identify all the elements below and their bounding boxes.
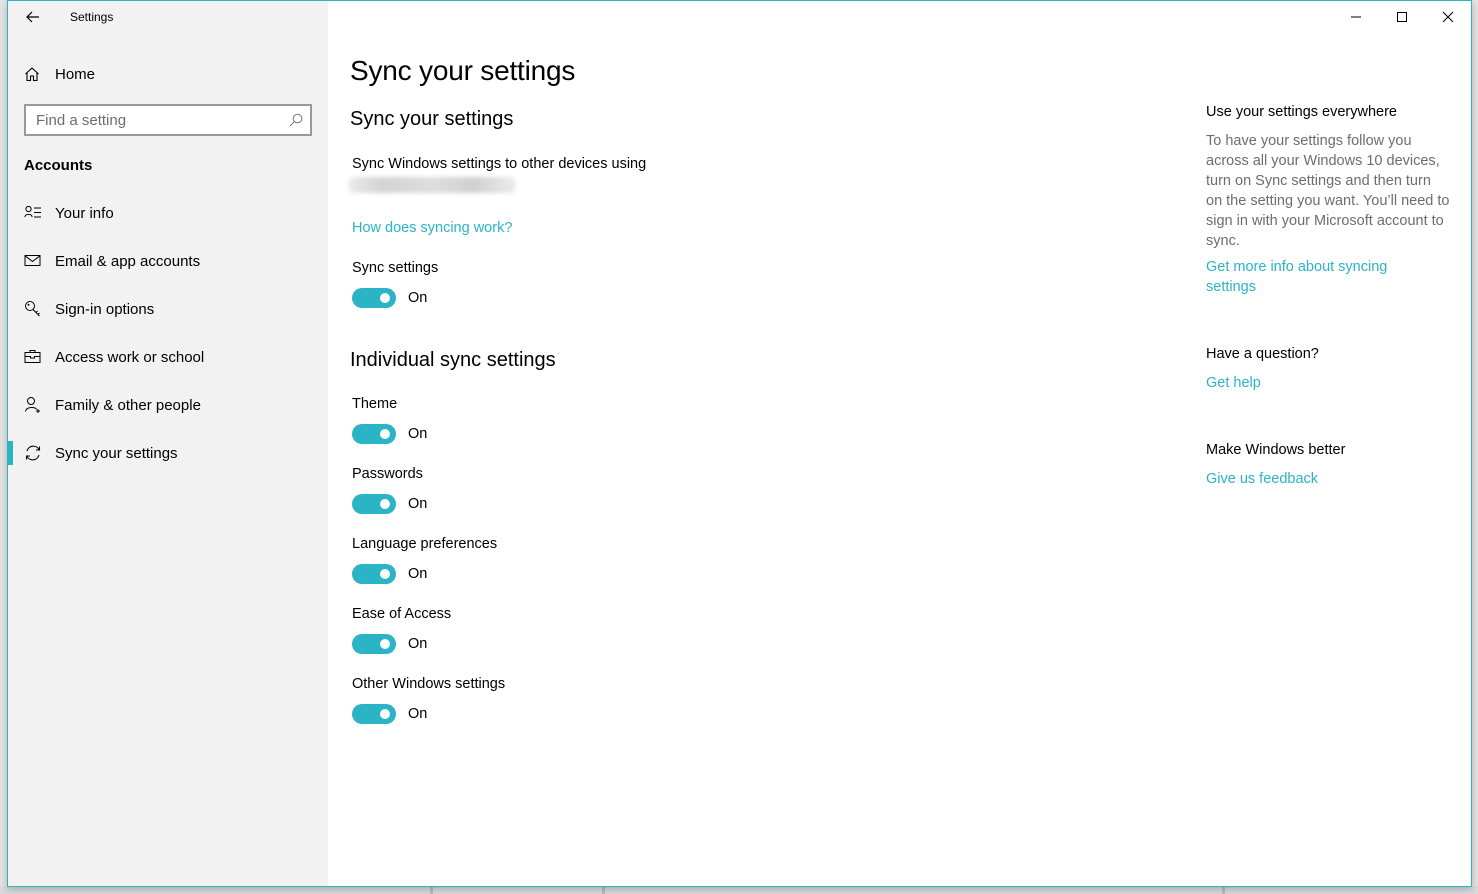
- language-preferences-label: Language preferences: [352, 536, 498, 552]
- page-title: Sync your settings: [350, 55, 576, 86]
- passwords-toggle[interactable]: [352, 494, 396, 514]
- home-icon: [25, 67, 39, 82]
- use-everywhere-description: To have your settings follow you across …: [1206, 133, 1450, 249]
- more-info-syncing-link[interactable]: Get more info about syncing settings: [1206, 257, 1421, 297]
- how-syncing-works-link[interactable]: How does syncing work?: [352, 220, 512, 236]
- sync-settings-label: Sync settings: [352, 260, 439, 276]
- sync-settings-toggle[interactable]: [352, 288, 396, 308]
- sidebar-nav: Your info Email & app accounts Sign-in o…: [8, 189, 328, 477]
- app-title: Settings: [70, 10, 114, 24]
- toggle-knob: [380, 293, 390, 303]
- sidebar-item-label: Sign-in options: [55, 300, 155, 318]
- other-windows-settings-toggle-row: On: [352, 704, 427, 724]
- minimize-button[interactable]: [1333, 1, 1379, 33]
- get-help-link[interactable]: Get help: [1206, 373, 1261, 393]
- search-box[interactable]: [24, 104, 312, 136]
- settings-window: Settings Home Accounts Your info Email &…: [7, 0, 1472, 887]
- maximize-icon: [1397, 12, 1407, 22]
- toggle-knob: [380, 499, 390, 509]
- search-icon[interactable]: [288, 112, 304, 128]
- sync-settings-toggle-row: On: [352, 288, 427, 308]
- give-feedback-link[interactable]: Give us feedback: [1206, 469, 1318, 489]
- sidebar-item-label: Your info: [55, 204, 114, 222]
- toggle-knob: [380, 429, 390, 439]
- sync-icon: [25, 445, 41, 461]
- theme-toggle-row: On: [352, 424, 427, 444]
- sidebar-item-email-app-accounts[interactable]: Email & app accounts: [8, 237, 328, 285]
- feedback-heading: Make Windows better: [1206, 442, 1346, 458]
- sync-description: Sync Windows settings to other devices u…: [352, 156, 647, 172]
- question-heading: Have a question?: [1206, 346, 1319, 362]
- sidebar-item-sync-your-settings[interactable]: Sync your settings: [8, 429, 328, 477]
- sidebar-item-your-info[interactable]: Your info: [8, 189, 328, 237]
- language-preferences-toggle[interactable]: [352, 564, 396, 584]
- toggle-knob: [380, 569, 390, 579]
- close-icon: [1442, 11, 1454, 23]
- language-preferences-toggle-row: On: [352, 564, 427, 584]
- passwords-label: Passwords: [352, 466, 423, 482]
- sidebar-home[interactable]: Home: [24, 61, 95, 87]
- ease-of-access-toggle-row: On: [352, 634, 427, 654]
- theme-label: Theme: [352, 396, 398, 412]
- sidebar-item-label: Email & app accounts: [55, 252, 201, 270]
- account-email-redacted: [348, 177, 516, 193]
- envelope-icon: [24, 255, 41, 266]
- minimize-icon: [1351, 16, 1361, 18]
- window-controls: [1333, 1, 1471, 33]
- desktop-seam: [1222, 886, 1225, 894]
- home-label: Home: [55, 65, 96, 83]
- section-label-accounts: Accounts: [24, 157, 93, 174]
- key-icon: [25, 301, 40, 317]
- briefcase-icon: [24, 350, 41, 363]
- toggle-knob: [380, 709, 390, 719]
- desktop-background: [0, 886, 1478, 894]
- main-content: Sync your settings Sync your settings Sy…: [328, 1, 1471, 886]
- toggle-state: On: [408, 636, 428, 652]
- sidebar-item-label: Access work or school: [55, 348, 205, 366]
- ease-of-access-label: Ease of Access: [352, 606, 452, 622]
- search-input[interactable]: [26, 111, 276, 129]
- sidebar-item-access-work-school[interactable]: Access work or school: [8, 333, 328, 381]
- title-bar: Settings: [8, 1, 328, 33]
- sidebar-item-sign-in-options[interactable]: Sign-in options: [8, 285, 328, 333]
- toggle-state: On: [408, 566, 428, 582]
- sidebar-item-label: Sync your settings: [55, 444, 178, 462]
- close-button[interactable]: [1425, 1, 1471, 33]
- passwords-toggle-row: On: [352, 494, 427, 514]
- use-everywhere-heading: Use your settings everywhere: [1206, 104, 1397, 120]
- desktop-seam: [602, 886, 605, 894]
- toggle-state: On: [408, 426, 428, 442]
- sidebar-item-family-other-people[interactable]: Family & other people: [8, 381, 328, 429]
- person-list-icon: [24, 205, 41, 218]
- desktop-seam: [430, 886, 433, 894]
- sidebar: Settings Home Accounts Your info Email &…: [8, 1, 328, 886]
- sidebar-item-label: Family & other people: [55, 396, 201, 414]
- other-windows-settings-label: Other Windows settings: [352, 676, 506, 692]
- back-arrow-icon: [26, 11, 39, 23]
- toggle-state: On: [408, 290, 428, 306]
- individual-section-heading: Individual sync settings: [350, 349, 556, 371]
- theme-toggle[interactable]: [352, 424, 396, 444]
- toggle-state: On: [408, 496, 428, 512]
- back-button[interactable]: [18, 5, 48, 29]
- person-add-icon: [25, 397, 40, 413]
- toggle-state: On: [408, 706, 428, 722]
- maximize-button[interactable]: [1379, 1, 1425, 33]
- ease-of-access-toggle[interactable]: [352, 634, 396, 654]
- toggle-knob: [380, 639, 390, 649]
- sync-section-heading: Sync your settings: [350, 108, 514, 130]
- other-windows-settings-toggle[interactable]: [352, 704, 396, 724]
